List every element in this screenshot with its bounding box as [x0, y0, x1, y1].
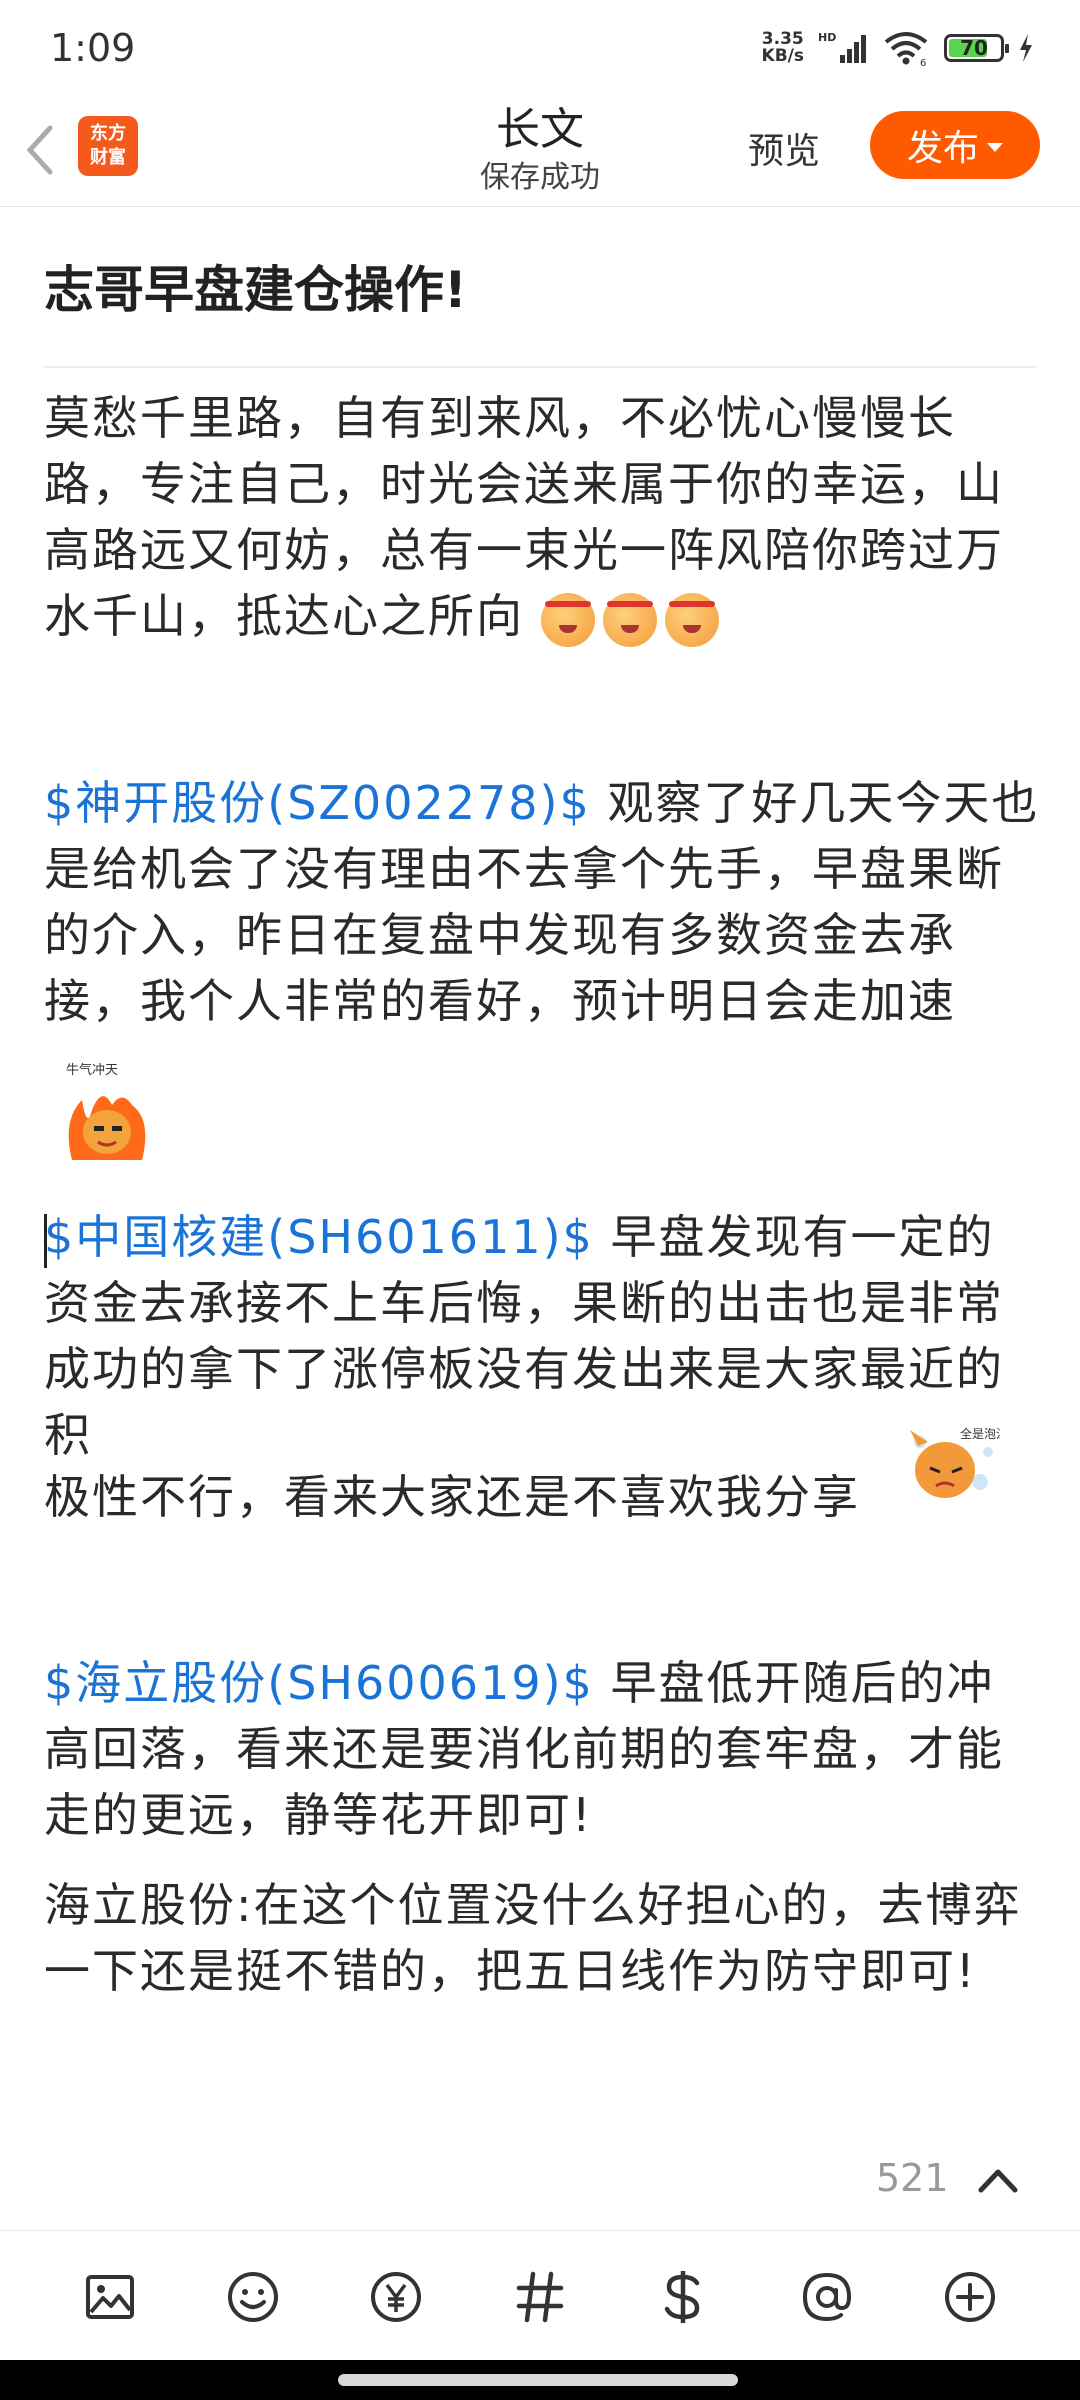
emoji-button[interactable] [225, 2269, 281, 2325]
preview-button[interactable]: 预览 [748, 122, 820, 174]
at-icon [802, 2272, 852, 2322]
word-count: 521 [876, 2156, 949, 2200]
chevron-up-icon[interactable] [975, 2160, 1021, 2200]
image-button[interactable] [82, 2269, 138, 2325]
stock-paragraph-3[interactable]: $海立股份(SH600619)$ 早盘低开随后的冲高回落，看来还是要消化前期的套… [44, 1650, 1040, 1848]
status-bar: 1:09 3.35 KB/s HD 6 70 [0, 0, 1080, 100]
battery-icon: 70 [944, 34, 1009, 62]
bull-sticker-icon: 牛气冲天 [66, 1062, 146, 1160]
hashtag-icon [516, 2271, 564, 2323]
net-speed-unit: KB/s [761, 46, 804, 66]
page-title: 长文 [496, 104, 584, 155]
angry-face-emoji-icon [602, 592, 657, 647]
net-speed: 3.35 KB/s [762, 31, 804, 65]
logo-text-bottom: 财富 [90, 147, 126, 168]
stock-link-zhongguohejian[interactable]: $中国核建(SH601611)$ [44, 1210, 594, 1264]
plus-circle-icon [945, 2272, 995, 2322]
sticker-2-text: 全是泡沫 [960, 1426, 1000, 1441]
image-icon [86, 2275, 134, 2319]
paragraph-haili-note[interactable]: 海立股份:在这个位置没什么好担心的，去博弈一下还是挺不错的，把五日线作为防守即可… [44, 1872, 1040, 2004]
stock-link-haili[interactable]: $海立股份(SH600619)$ [44, 1656, 610, 1710]
dollar-button[interactable] [655, 2269, 711, 2325]
home-indicator[interactable] [338, 2374, 738, 2386]
svg-text:6: 6 [920, 58, 926, 66]
battery-level: 70 [960, 36, 988, 60]
navigation-bar [0, 2360, 1080, 2400]
svg-text:HD: HD [818, 31, 836, 44]
intro-paragraph-content[interactable]: 莫愁千里路，自有到来风，不必忧心慢慢长路，专注自己，时光会送来属于你的幸运，山高… [44, 385, 1040, 649]
logo-text-top: 东方 [90, 123, 126, 144]
status-icons: 3.35 KB/s HD 6 70 [762, 30, 1034, 66]
stock-link-shenkai[interactable]: $神开股份(SZ002278)$ [44, 776, 607, 830]
back-arrow-icon[interactable] [20, 120, 60, 180]
editor-toolbar [0, 2230, 1080, 2361]
angry-face-emoji-icon [540, 592, 595, 647]
save-status: 保存成功 [480, 160, 600, 195]
emoji-icon [228, 2272, 278, 2322]
editor-header: 东方 财富 长文 保存成功 预览 发布 [0, 100, 1080, 207]
charging-icon [1020, 34, 1032, 62]
header-title-group: 长文 保存成功 [380, 100, 700, 196]
status-time: 1:09 [50, 26, 136, 70]
mention-button[interactable] [799, 2269, 855, 2325]
wifi-icon: 6 [884, 32, 928, 66]
dollar-icon [664, 2271, 700, 2323]
stock-paragraph-2-continued[interactable]: 极性不行，看来大家还是不喜欢我分享 [44, 1464, 1040, 1530]
yuan-button[interactable] [368, 2269, 424, 2325]
intro-text: 莫愁千里路，自有到来风，不必忧心慢慢长路，专注自己，时光会送来属于你的幸运，山高… [44, 391, 1004, 643]
publish-label: 发布 [906, 128, 979, 169]
signal-icon: HD [818, 31, 866, 63]
angry-face-emoji-icon [664, 592, 719, 647]
caret-down-icon [987, 142, 1003, 152]
article-title[interactable]: 志哥早盘建仓操作! [44, 250, 467, 322]
stock-paragraph-1[interactable]: $神开股份(SZ002278)$ 观察了好几天今天也是给机会了没有理由不去拿个先… [44, 770, 1040, 1034]
hashtag-button[interactable] [512, 2269, 568, 2325]
yuan-icon [371, 2272, 421, 2322]
stock-paragraph-2[interactable]: $中国核建(SH601611)$ 早盘发现有一定的资金去承接不上车后悔，果断的出… [44, 1204, 1040, 1468]
stock-comment-2b: 极性不行，看来大家还是不喜欢我分享 [44, 1470, 860, 1524]
more-button[interactable] [942, 2269, 998, 2325]
haili-note-text: 海立股份:在这个位置没什么好担心的，去博弈一下还是挺不错的，把五日线作为防守即可… [44, 1878, 1022, 1998]
publish-button[interactable]: 发布 [870, 111, 1040, 179]
app-logo: 东方 财富 [78, 116, 138, 176]
crying-bull-sticker-icon: 全是泡沫 [910, 1426, 1000, 1498]
title-divider [44, 366, 1036, 368]
sticker-1-text: 牛气冲天 [66, 1062, 118, 1078]
